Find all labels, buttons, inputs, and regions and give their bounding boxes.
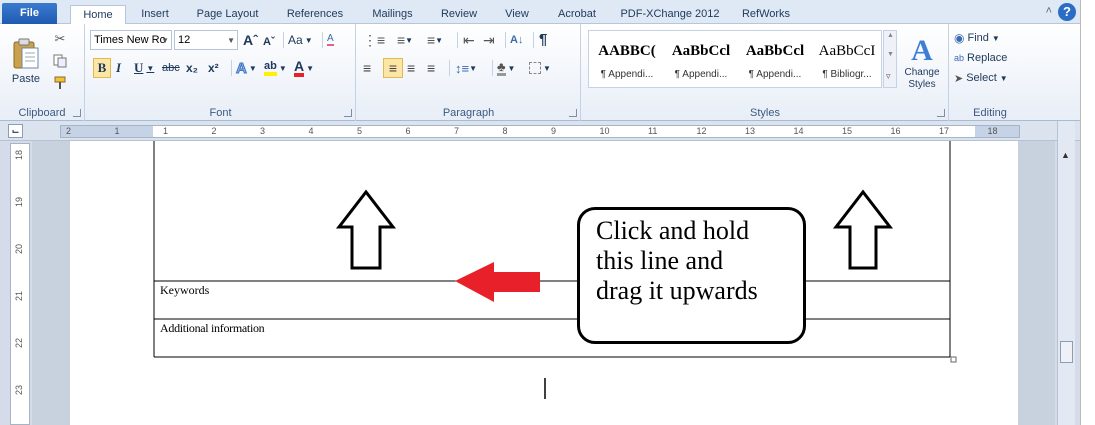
- callout-line: Click and hold: [596, 216, 750, 245]
- instruction-callout: Click and hold this line and drag it upw…: [577, 207, 806, 344]
- table-cell-keywords[interactable]: Keywords: [160, 283, 209, 298]
- annotation-overlay: [153, 141, 957, 399]
- red-left-arrow-icon: [455, 262, 540, 302]
- vertical-scrollbar[interactable]: ▲: [1057, 121, 1075, 425]
- right-edge-panel: [1080, 0, 1095, 425]
- table-cell-additional-information[interactable]: Additional information: [160, 321, 265, 336]
- scrollbar-thumb[interactable]: [1060, 341, 1073, 363]
- scroll-up-icon[interactable]: ▲: [1061, 150, 1070, 160]
- up-arrow-icon: [832, 189, 894, 270]
- table-resize-handle[interactable]: [950, 356, 957, 363]
- callout-line: drag it upwards: [596, 276, 758, 305]
- callout-line: this line and: [596, 246, 724, 275]
- up-arrow-icon: [335, 189, 397, 270]
